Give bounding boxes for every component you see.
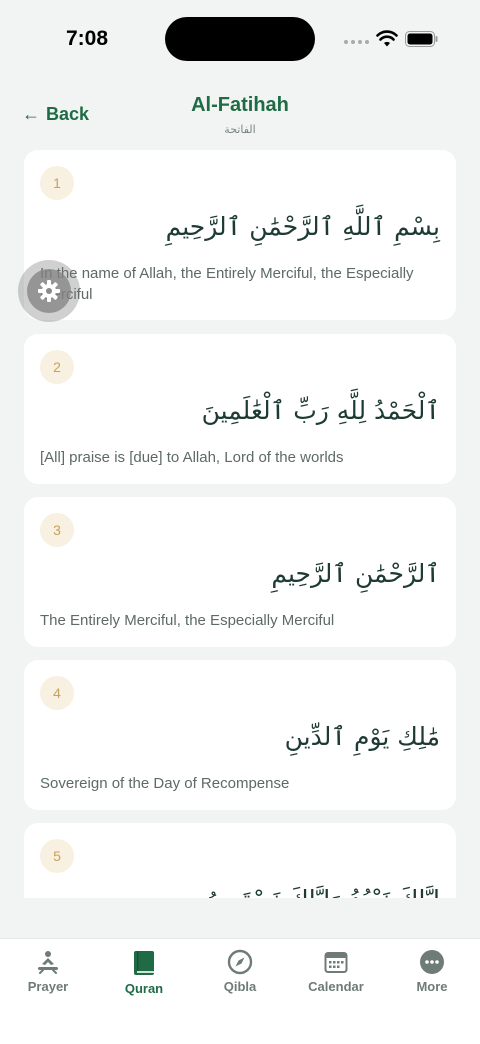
wifi-icon bbox=[376, 30, 398, 47]
verse-translation: The Entirely Merciful, the Especially Me… bbox=[40, 612, 335, 629]
verse-arabic: بِسْمِ ٱللَّهِ ٱلرَّحْمَٰنِ ٱلرَّحِيمِ bbox=[165, 212, 440, 241]
verse-arabic: ٱلرَّحْمَٰنِ ٱلرَّحِيمِ bbox=[271, 559, 440, 588]
verse-number: 3 bbox=[40, 513, 74, 547]
fab-inner bbox=[27, 269, 71, 313]
tab-label: Qibla bbox=[223, 979, 257, 994]
title-block: Al-Fatihah الفاتحة bbox=[0, 94, 480, 136]
compass-icon bbox=[227, 949, 253, 975]
more-icon bbox=[420, 950, 444, 974]
tab-prayer[interactable]: Prayer bbox=[0, 949, 96, 994]
verse-card: 3 ٱلرَّحْمَٰنِ ٱلرَّحِيمِ The Entirely M… bbox=[24, 497, 456, 647]
tab-calendar[interactable]: Calendar bbox=[288, 949, 384, 994]
verse-number: 1 bbox=[40, 166, 74, 200]
tab-label: Prayer bbox=[27, 979, 69, 994]
verse-card: 4 مَٰلِكِ يَوْمِ ٱلدِّينِ Sovereign of t… bbox=[24, 660, 456, 810]
calendar-icon bbox=[324, 952, 348, 973]
verse-translation: [All] praise is [due] to Allah, Lord of … bbox=[40, 449, 344, 466]
verse-number: 4 bbox=[40, 676, 74, 710]
page-title: Al-Fatihah bbox=[191, 94, 289, 116]
gear-icon bbox=[38, 280, 60, 302]
dynamic-island bbox=[165, 17, 315, 61]
verse-card: 2 ٱلْحَمْدُ لِلَّهِ رَبِّ ٱلْعَٰلَمِينَ … bbox=[24, 334, 456, 484]
status-bar: 7:08 bbox=[0, 0, 480, 78]
verse-card: 1 بِسْمِ ٱللَّهِ ٱلرَّحْمَٰنِ ٱلرَّحِيمِ… bbox=[24, 150, 456, 320]
tab-label: More bbox=[416, 979, 448, 994]
verse-number: 5 bbox=[40, 839, 74, 873]
tab-quran[interactable]: Quran bbox=[96, 949, 192, 996]
book-icon bbox=[134, 951, 154, 975]
verse-number: 2 bbox=[40, 350, 74, 384]
tab-qibla[interactable]: Qibla bbox=[192, 949, 288, 994]
status-time: 7:08 bbox=[66, 27, 109, 50]
page-subtitle: الفاتحة bbox=[224, 124, 256, 136]
tab-label: Quran bbox=[124, 981, 164, 996]
verse-list[interactable]: 1 بِسْمِ ٱللَّهِ ٱلرَّحْمَٰنِ ٱلرَّحِيمِ… bbox=[24, 150, 456, 898]
verse-translation: In the name of Allah, the Entirely Merci… bbox=[40, 265, 414, 303]
verse-card: 5 إِيَّاكَ نَعْبُدُ وَإِيَّاكَ نَسْتَعِي… bbox=[24, 823, 456, 898]
verse-arabic: مَٰلِكِ يَوْمِ ٱلدِّينِ bbox=[284, 722, 440, 751]
verse-arabic: إِيَّاكَ نَعْبُدُ وَإِيَّاكَ نَسْتَعِينُ bbox=[40, 885, 440, 898]
battery-icon bbox=[405, 31, 438, 47]
tab-more[interactable]: More bbox=[384, 949, 480, 994]
settings-fab[interactable] bbox=[18, 260, 80, 322]
verse-translation: Sovereign of the Day of Recompense bbox=[40, 775, 290, 792]
verse-arabic: ٱلْحَمْدُ لِلَّهِ رَبِّ ٱلْعَٰلَمِينَ bbox=[201, 396, 440, 425]
tab-label: Calendar bbox=[308, 979, 364, 994]
header: ← Back Al-Fatihah الفاتحة bbox=[0, 78, 480, 148]
signal-icon bbox=[344, 40, 369, 44]
tab-bar: Prayer Quran Qibla Calendar More bbox=[0, 938, 480, 1044]
prayer-icon bbox=[38, 951, 58, 974]
